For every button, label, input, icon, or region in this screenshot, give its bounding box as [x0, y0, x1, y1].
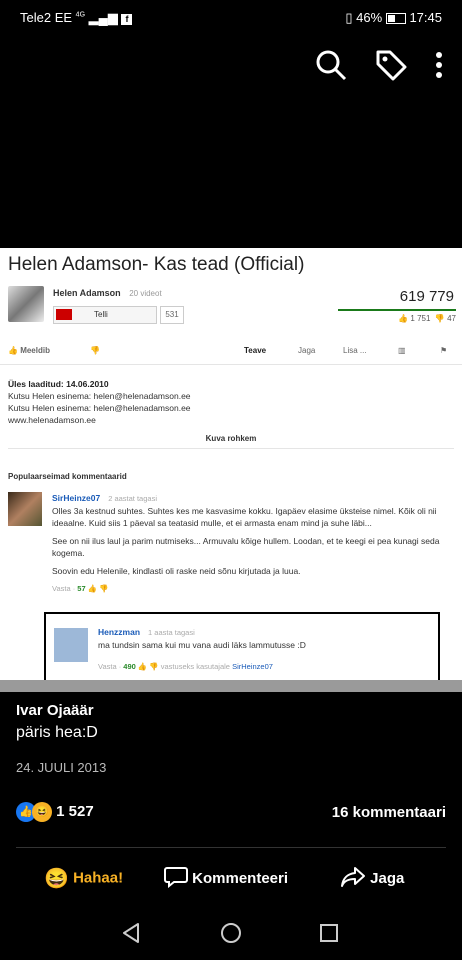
- signal-icon: ▂▄▆: [88, 10, 118, 25]
- youtube-icon: [56, 309, 72, 320]
- haha-reaction-icon: 😆: [32, 802, 52, 822]
- video-count: 20 videot: [129, 289, 162, 298]
- share-button[interactable]: Jaga: [340, 866, 404, 892]
- comment-votes: 57: [77, 584, 86, 593]
- comment-author: SirHeinze07: [52, 493, 101, 503]
- share-label: Jaga: [370, 869, 405, 887]
- reply-comment: Henzzman 1 aasta tagasi ma tundsin sama k…: [44, 612, 440, 680]
- shared-photo[interactable]: Helen Adamson- Kas tead (Official) Helen…: [0, 248, 462, 680]
- reply-time: 1 aasta tagasi: [148, 628, 195, 637]
- stats-icon: ▥: [398, 346, 406, 355]
- desc-line-1: Kutsu Helen esinema: helen@helenadamson.…: [8, 391, 191, 401]
- desc-line-2: Kutsu Helen esinema: helen@helenadamson.…: [8, 403, 191, 413]
- battery-percent: 46%: [356, 10, 383, 25]
- haha-label: Hahaa!: [73, 869, 124, 887]
- comment-time: 2 aastat tagasi: [108, 494, 157, 503]
- in-reply-to: vastuseks kasutajale: [160, 662, 230, 671]
- status-bar: Tele2 EE 4G ▂▄▆ f ▯ 46% 17:45: [0, 0, 462, 38]
- like-action: 👍 Meeldib: [8, 346, 50, 355]
- home-icon[interactable]: [220, 922, 242, 949]
- reply-body: Henzzman 1 aasta tagasi ma tundsin sama k…: [98, 626, 306, 673]
- back-icon[interactable]: [120, 922, 142, 949]
- flag-icon: ⚑: [440, 346, 448, 355]
- battery-icon: [385, 13, 406, 25]
- in-reply-user: SirHeinze07: [232, 662, 273, 671]
- facebook-notification-icon: f: [121, 14, 133, 25]
- tab-share: Jaga: [298, 346, 316, 355]
- clock: 17:45: [409, 10, 442, 25]
- reaction-count: 1 527: [56, 802, 94, 820]
- post-actions: 😆 Hahaa! Kommenteeri Jaga: [0, 862, 462, 894]
- comment-meta: Vasta · 57 👍 👎: [52, 584, 109, 593]
- video-actions: 👍 Meeldib 👎 Teave Jaga Lisa ... ▥ ⚑: [0, 340, 462, 365]
- reply-text: ma tundsin sama kui mu vana audi läks la…: [98, 640, 306, 650]
- viewer-toolbar: [293, 48, 444, 88]
- reaction-summary[interactable]: 👍 😆 1 527: [16, 802, 94, 822]
- more-vertical-icon[interactable]: [434, 50, 444, 85]
- network-type: 4G: [75, 11, 86, 19]
- subscribe-button: Telli: [53, 306, 157, 324]
- haha-button[interactable]: 😆 Hahaa!: [44, 866, 123, 891]
- dislike-count: 47: [447, 314, 456, 323]
- reply-thumbs-icon: 👍 👎: [137, 662, 159, 671]
- comment-paragraph-1: Olles 3a kestnud suhtes. Suhtes kes me k…: [52, 506, 437, 528]
- system-info: ▯ 46% 17:45: [345, 10, 442, 26]
- carrier-info: Tele2 EE 4G ▂▄▆ f: [20, 10, 133, 26]
- post-date: 24. JUULI 2013: [16, 760, 107, 775]
- comment-reply-link: Vasta: [52, 584, 71, 593]
- reply-author: Henzzman: [98, 627, 141, 637]
- comment-thumbs-icon: 👍 👎: [87, 584, 109, 593]
- share-icon: [340, 867, 366, 892]
- reply-meta: Vasta · 490 👍 👎 vastuseks kasutajale Sir…: [98, 662, 273, 671]
- comment-paragraph-3: Soovin edu Helenile, kindlasti oli raske…: [52, 566, 301, 576]
- search-icon[interactable]: [315, 49, 347, 86]
- show-more-link: Kuva rohkem: [205, 434, 257, 443]
- dislike-icon: 👎: [90, 346, 100, 355]
- channel-name-row: Helen Adamson 20 videot: [53, 288, 162, 298]
- divider: [8, 448, 454, 449]
- thumbs-down-icon: 👎: [434, 314, 445, 323]
- upload-date: Üles laaditud: 14.06.2010: [8, 379, 109, 389]
- desc-line-3: www.helenadamson.ee: [8, 415, 96, 425]
- post-caption: päris hea:D: [16, 724, 98, 741]
- subscribe-label: Telli: [94, 310, 108, 319]
- tab-add: Lisa ...: [343, 346, 367, 355]
- comment: SirHeinze07 2 aastat tagasi Olles 3a kest…: [52, 492, 447, 595]
- channel-avatar: [8, 286, 44, 322]
- video-description: Üles laaditud: 14.06.2010 Kutsu Helen es…: [8, 378, 191, 426]
- actions-divider: [16, 847, 446, 848]
- reply-reply-link: Vasta: [98, 662, 117, 671]
- comment-count[interactable]: 16 kommentaari: [332, 804, 446, 821]
- like-count: 1 751: [410, 314, 431, 323]
- reply-votes: 490: [123, 662, 136, 671]
- comment-paragraph-2: See on nii ilus laul ja parim nutmiseks.…: [52, 536, 440, 558]
- tab-about: Teave: [244, 346, 267, 355]
- channel-name: Helen Adamson: [53, 288, 121, 298]
- like-ratio-bar: [338, 309, 456, 311]
- carrier: Tele2 EE: [20, 10, 73, 25]
- like-counts: 👍 1 751 👎 47: [398, 314, 456, 323]
- tag-icon[interactable]: [374, 48, 408, 87]
- comment-avatar: [8, 492, 42, 526]
- subscriber-count: 531: [160, 306, 184, 324]
- video-title: Helen Adamson- Kas tead (Official): [8, 254, 305, 275]
- view-count: 619 779: [399, 288, 454, 305]
- reply-avatar: [54, 628, 88, 662]
- haha-icon: 😆: [44, 868, 69, 890]
- comment-icon: [164, 867, 188, 892]
- photo-bottom-edge: [0, 680, 462, 692]
- comment-button[interactable]: Kommenteeri: [164, 866, 288, 892]
- recents-icon[interactable]: [318, 922, 340, 949]
- thumbs-up-icon: 👍: [398, 314, 409, 323]
- popular-comments-heading: Populaarseimad kommentaarid: [8, 472, 127, 481]
- post-author[interactable]: Ivar Ojaäär: [16, 702, 94, 719]
- comment-label: Kommenteeri: [192, 869, 289, 887]
- navigation-bar: [0, 910, 462, 956]
- vibrate-icon: ▯: [345, 10, 353, 25]
